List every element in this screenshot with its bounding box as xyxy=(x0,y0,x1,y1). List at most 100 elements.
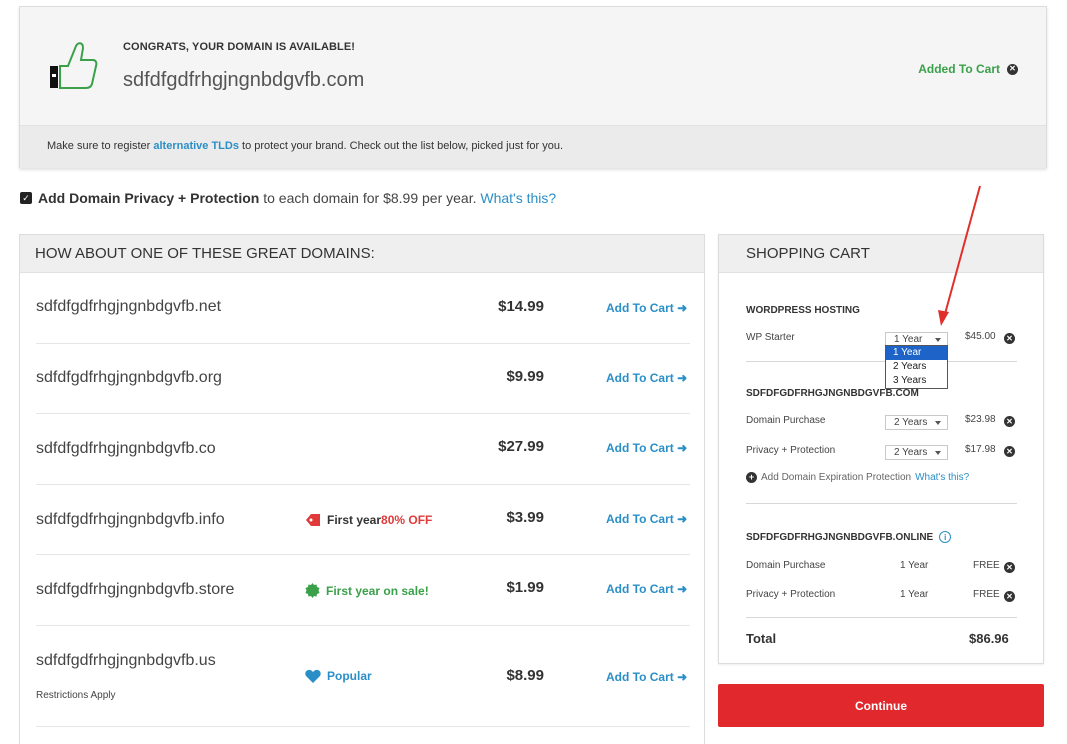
privacy-whats-this-link[interactable]: What's this? xyxy=(480,190,556,206)
suggestion-row: sdfdfgdfrhgjngnbdgvfb.us Restrictions Ap… xyxy=(36,626,690,727)
com-privacy-term: 2 Years xyxy=(894,447,928,458)
add-to-cart-button[interactable]: Add To Cart ➜ xyxy=(606,512,687,526)
dropdown-option-2-years[interactable]: 2 Years xyxy=(886,360,947,374)
continue-button[interactable]: Continue xyxy=(718,684,1044,727)
suggestions-header: HOW ABOUT ONE OF THESE GREAT DOMAINS: xyxy=(20,235,704,273)
arrow-right-icon: ➜ xyxy=(677,301,688,315)
tld-note: Make sure to register alternative TLDs t… xyxy=(47,140,563,152)
suggestion-row: sdfdfgdfrhgjngnbdgvfb.store First year o… xyxy=(36,555,690,626)
suggestion-domain: sdfdfgdfrhgjngnbdgvfb.store xyxy=(36,581,235,598)
suggestion-price: $8.99 xyxy=(506,667,544,684)
price-tag-icon xyxy=(306,514,320,526)
add-to-cart-button[interactable]: Add To Cart ➜ xyxy=(606,301,687,315)
privacy-option: ✓ Add Domain Privacy + Protection to eac… xyxy=(20,190,556,206)
domain-suggestions-panel: HOW ABOUT ONE OF THESE GREAT DOMAINS: sd… xyxy=(19,234,705,744)
add-to-cart-label: Add To Cart xyxy=(606,441,674,455)
arrow-right-icon: ➜ xyxy=(677,582,688,596)
term-dropdown-list: 1 Year 2 Years 3 Years xyxy=(885,345,948,389)
thumbs-up-icon xyxy=(50,42,98,89)
suggestion-row: sdfdfgdfrhgjngnbdgvfb.org $9.99 Add To C… xyxy=(36,344,690,414)
remove-icon[interactable]: ✕ xyxy=(1004,562,1015,573)
com-purchase-label: Domain Purchase xyxy=(746,415,826,426)
remove-icon[interactable]: ✕ xyxy=(1004,416,1015,427)
remove-icon[interactable]: ✕ xyxy=(1004,591,1015,602)
expiration-label: Add Domain Expiration Protection xyxy=(761,472,912,483)
suggestion-price: $14.99 xyxy=(498,298,544,315)
promo-discount: 80% OFF xyxy=(381,513,433,527)
remove-icon[interactable]: ✕ xyxy=(1004,446,1015,457)
com-privacy-label: Privacy + Protection xyxy=(746,445,836,456)
com-purchase-term-select[interactable]: 2 Years xyxy=(885,415,948,430)
chevron-down-icon xyxy=(935,451,941,455)
plus-circle-icon[interactable]: + xyxy=(746,472,757,483)
promo-text: Popular xyxy=(327,669,372,683)
cart-divider xyxy=(746,617,1017,618)
wp-item-label: WP Starter xyxy=(746,332,795,343)
heart-icon xyxy=(305,669,321,683)
alternative-tlds-link[interactable]: alternative TLDs xyxy=(153,140,239,152)
available-domain: sdfdfgdfrhgjngnbdgvfb.com xyxy=(123,69,365,91)
online-domain-title: SDFDFGDFRHGJNGNBDGVFB.ONLINE i xyxy=(746,531,952,543)
suggestion-domain: sdfdfgdfrhgjngnbdgvfb.co xyxy=(36,440,216,457)
add-to-cart-button[interactable]: Add To Cart ➜ xyxy=(606,441,687,455)
add-to-cart-label: Add To Cart xyxy=(606,670,674,684)
total-label: Total xyxy=(746,631,777,646)
cart-divider xyxy=(746,361,1017,362)
chevron-down-icon xyxy=(935,421,941,425)
add-to-cart-button[interactable]: Add To Cart ➜ xyxy=(606,371,687,385)
com-privacy-term-select[interactable]: 2 Years xyxy=(885,445,948,460)
expiration-protection-row[interactable]: + Add Domain Expiration Protection What'… xyxy=(746,472,969,483)
tld-note-pre: Make sure to register xyxy=(47,140,154,152)
expiration-whats-this-link[interactable]: What's this? xyxy=(915,472,969,483)
promo-badge: Popular xyxy=(305,669,372,683)
suggestion-domain: sdfdfgdfrhgjngnbdgvfb.org xyxy=(36,369,222,386)
online-privacy-price: FREE xyxy=(973,589,1000,600)
online-privacy-label: Privacy + Protection xyxy=(746,589,836,600)
promo-text: First year on sale! xyxy=(326,583,429,598)
info-icon[interactable]: i xyxy=(939,531,952,543)
cart-header: SHOPPING CART xyxy=(719,235,1043,273)
add-to-cart-label: Add To Cart xyxy=(606,582,674,596)
privacy-text: Add Domain Privacy + Protection to each … xyxy=(38,190,556,206)
dropdown-option-1-year[interactable]: 1 Year xyxy=(886,346,947,360)
add-to-cart-label: Add To Cart xyxy=(606,512,674,526)
com-domain-title: SDFDFGDFRHGJNGNBDGVFB.COM xyxy=(746,388,919,399)
online-purchase-price: FREE xyxy=(973,560,1000,571)
suggestion-domain: sdfdfgdfrhgjngnbdgvfb.info xyxy=(36,511,225,528)
suggestion-price: $3.99 xyxy=(506,509,544,526)
promo-text: First year xyxy=(327,513,382,527)
privacy-detail: to each domain for $8.99 per year. xyxy=(259,190,481,206)
suggestion-row: sdfdfgdfrhgjngnbdgvfb.co $27.99 Add To C… xyxy=(36,414,690,485)
cart-divider xyxy=(746,503,1017,504)
remove-icon[interactable]: ✕ xyxy=(1007,63,1018,75)
online-purchase-label: Domain Purchase xyxy=(746,560,826,571)
com-privacy-price: $17.98 xyxy=(965,444,996,455)
suggestion-price: $1.99 xyxy=(506,579,544,596)
banner-top: CONGRATS, YOUR DOMAIN IS AVAILABLE! sdfd… xyxy=(20,7,1046,125)
add-to-cart-label: Add To Cart xyxy=(606,301,674,315)
add-to-cart-button[interactable]: Add To Cart ➜ xyxy=(606,582,687,596)
suggestion-price: $27.99 xyxy=(498,438,544,455)
arrow-right-icon: ➜ xyxy=(677,512,688,526)
dropdown-option-3-years[interactable]: 3 Years xyxy=(886,374,947,388)
availability-banner: CONGRATS, YOUR DOMAIN IS AVAILABLE! sdfd… xyxy=(19,6,1047,168)
online-domain-name: SDFDFGDFRHGJNGNBDGVFB.ONLINE xyxy=(746,531,934,543)
wp-price: $45.00 xyxy=(965,331,996,342)
promo-badge: First year on sale! xyxy=(305,583,429,598)
arrow-right-icon: ➜ xyxy=(677,670,688,684)
online-purchase-term: 1 Year xyxy=(900,560,929,571)
congrats-heading: CONGRATS, YOUR DOMAIN IS AVAILABLE! xyxy=(123,41,356,53)
added-to-cart-status[interactable]: Added To Cart ✕ xyxy=(918,62,1018,76)
tld-note-bar: Make sure to register alternative TLDs t… xyxy=(20,125,1046,168)
com-purchase-term: 2 Years xyxy=(894,417,928,428)
privacy-bold: Add Domain Privacy + Protection xyxy=(38,190,260,206)
suggestion-row: sdfdfgdfrhgjngnbdgvfb.info First year 80… xyxy=(36,485,690,555)
shopping-cart-panel: SHOPPING CART WORDPRESS HOSTING WP Start… xyxy=(718,234,1044,664)
add-to-cart-button[interactable]: Add To Cart ➜ xyxy=(606,670,687,684)
privacy-checkbox[interactable]: ✓ xyxy=(20,192,32,204)
suggestion-price: $9.99 xyxy=(506,368,544,385)
remove-icon[interactable]: ✕ xyxy=(1004,333,1015,344)
add-to-cart-label: Add To Cart xyxy=(606,371,674,385)
promo-badge: First year 80% OFF xyxy=(305,513,432,527)
chevron-down-icon xyxy=(935,338,941,342)
